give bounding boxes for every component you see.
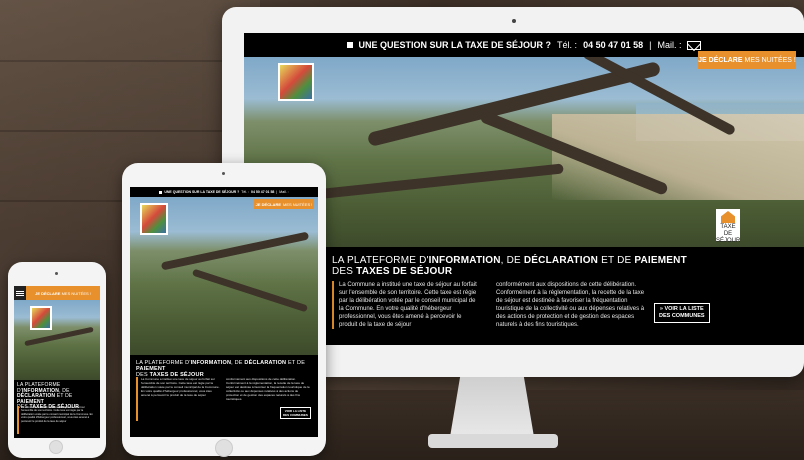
camera-dot	[55, 272, 58, 275]
tel-label: Tél. :	[557, 40, 578, 50]
headline-text: ET DE	[55, 393, 73, 399]
headline-bold: DÉCLARATION	[244, 360, 287, 366]
headline-bold: INFORMATION	[428, 255, 501, 266]
camera-dot	[512, 19, 516, 23]
tree-trunk	[160, 231, 310, 271]
commune-logo[interactable]	[278, 63, 314, 101]
banner-question: UNE QUESTION SUR LA TAXE DE SÉJOUR ?	[358, 40, 552, 50]
info-panel: LA PLATEFORME D'INFORMATION, DE DÉCLARAT…	[244, 247, 804, 345]
tree-trunk	[191, 268, 309, 313]
tablet-screen: UNE QUESTION SUR LA TAXE DE SÉJOUR ? Tél…	[130, 187, 318, 437]
mail-label: Mail. :	[279, 190, 289, 194]
headline-bold: INFORMATION	[190, 360, 232, 366]
declare-nights-button[interactable]: JE DÉCLARE MES NUITÉES !	[254, 199, 314, 209]
square-bullet-icon	[159, 190, 163, 194]
headline-bold: PAIEMENT	[634, 255, 687, 266]
house-icon	[721, 211, 735, 223]
home-button[interactable]	[215, 439, 233, 457]
communes-list-button[interactable]: » VOIR LA LISTE DES COMMUNES	[654, 303, 710, 323]
declare-nights-button[interactable]: JE DÉCLARE MES NUITÉES !	[698, 51, 796, 69]
tablet-device: UNE QUESTION SUR LA TAXE DE SÉJOUR ? Tél…	[122, 163, 326, 457]
phone-screen: JE DÉCLARE MES NUITÉES ! LA PLATEFORME D…	[14, 286, 100, 438]
body-column-1: La Commune a institué une taxe de séjour…	[332, 281, 480, 329]
info-panel: LA PLATEFORME D'INFORMATION, DE DÉCLARAT…	[14, 380, 100, 438]
list-line1: VOIR LA LISTE	[664, 306, 704, 312]
body-column-1: La Commune a institué une taxe de séjour…	[136, 377, 220, 421]
list-line2: DES COMMUNES	[659, 313, 705, 319]
commune-logo[interactable]	[30, 306, 52, 330]
headline-bold: TAXES DE SÉJOUR	[356, 266, 453, 277]
headline-text: LA PLATEFORME D'	[332, 255, 429, 266]
tree-trunk	[304, 163, 564, 201]
monitor-stand	[450, 377, 534, 437]
badge-line1: TAXE DE	[720, 224, 736, 237]
tel-number[interactable]: 04 50 47 01 58	[583, 40, 643, 50]
banner-question: UNE QUESTION SUR LA TAXE DE SÉJOUR ?	[164, 190, 240, 194]
badge-line2: SÉJOUR	[716, 238, 741, 244]
headline-text: ET DE	[286, 360, 306, 366]
camera-dot	[222, 172, 225, 175]
banner-separator: |	[276, 190, 278, 194]
hamburger-menu-icon[interactable]	[14, 286, 26, 300]
platform-headline: LA PLATEFORME D'INFORMATION, DE DÉCLARAT…	[332, 255, 692, 277]
commune-logo[interactable]	[140, 203, 168, 235]
headline-text: DES	[332, 266, 357, 277]
headline-text: , DE	[500, 255, 524, 266]
headline-text: , DE	[231, 360, 245, 366]
declare-nights-button[interactable]: JE DÉCLARE MES NUITÉES !	[26, 291, 100, 296]
home-button[interactable]	[49, 440, 63, 454]
phone-device: JE DÉCLARE MES NUITÉES ! LA PLATEFORME D…	[8, 262, 106, 458]
declare-light: MES NUITÉES !	[744, 56, 796, 64]
communes-list-button[interactable]: VOIR LA LISTE DES COMMUNES	[280, 407, 311, 419]
tel-label: Tél. :	[241, 190, 250, 194]
body-column-1: La Commune a institué une taxe de séjour…	[17, 406, 97, 434]
banner-separator: |	[649, 40, 652, 50]
headline-text: ET DE	[598, 255, 635, 266]
mail-icon[interactable]	[687, 40, 702, 50]
desktop-screen: UNE QUESTION SUR LA TAXE DE SÉJOUR ? Tél…	[244, 33, 804, 345]
square-bullet-icon	[346, 42, 353, 48]
mail-label: Mail. :	[657, 40, 682, 50]
tel-number[interactable]: 04 50 47 01 58	[251, 190, 274, 194]
declare-light: MES NUITÉES !	[61, 290, 91, 296]
phone-topbar: JE DÉCLARE MES NUITÉES !	[14, 286, 100, 300]
declare-light: MES NUITÉES !	[283, 201, 313, 207]
hero-image	[14, 300, 100, 380]
headline-bold: DÉCLARATION	[523, 255, 599, 266]
info-banner: UNE QUESTION SUR LA TAXE DE SÉJOUR ? Tél…	[130, 187, 318, 197]
background-floor	[0, 390, 804, 460]
list-line2: DES COMMUNES	[283, 413, 308, 417]
taxe-sejour-badge[interactable]: TAXE DE SÉJOUR	[716, 209, 740, 244]
platform-headline: LA PLATEFORME D'INFORMATION, DE DÉCLARAT…	[136, 360, 312, 378]
declare-bold: JE DÉCLARE	[698, 56, 743, 64]
info-panel: LA PLATEFORME D'INFORMATION, DE DÉCLARAT…	[130, 355, 318, 437]
monitor-base	[428, 434, 558, 448]
declare-bold: JE DÉCLARE	[35, 290, 61, 296]
body-column-2: conformément aux dispositions de cette d…	[496, 282, 645, 328]
declare-bold: JE DÉCLARE	[255, 201, 281, 207]
